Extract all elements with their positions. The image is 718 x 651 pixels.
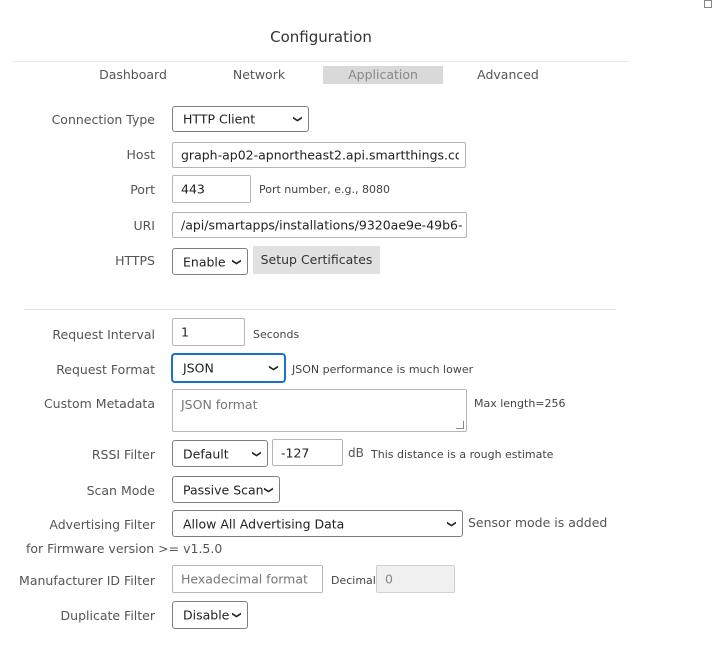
https-select[interactable]: Enable ❯ (172, 248, 248, 275)
advertising-filter-label: Advertising Filter (49, 517, 155, 532)
connection-type-select[interactable]: HTTP Client ❯ (172, 106, 309, 132)
chevron-down-icon: ❯ (251, 449, 262, 458)
connection-type-label: Connection Type (51, 112, 155, 127)
advertising-filter-value: Allow All Advertising Data (183, 516, 345, 531)
request-format-label: Request Format (56, 362, 155, 377)
setup-certificates-button[interactable]: Setup Certificates (253, 246, 380, 274)
port-input[interactable]: 443 (172, 175, 251, 203)
chevron-down-icon: ❯ (231, 611, 242, 619)
request-interval-unit: Seconds (253, 328, 300, 341)
https-value: Enable (183, 254, 226, 269)
port-hint: Port number, e.g., 8080 (259, 183, 390, 196)
chevron-down-icon: ❯ (263, 485, 274, 494)
rssi-filter-label: RSSI Filter (91, 447, 155, 462)
duplicate-filter-label: Duplicate Filter (60, 608, 155, 623)
decimal-label: Decimal (331, 574, 376, 587)
request-interval-value: 1 (181, 324, 189, 340)
tab-network[interactable]: Network (218, 66, 300, 84)
custom-metadata-textarea[interactable]: JSON format (172, 389, 467, 432)
connection-type-value: HTTP Client (183, 111, 256, 127)
tab-dashboard[interactable]: Dashboard (92, 66, 174, 84)
scan-mode-label: Scan Mode (86, 483, 155, 498)
uri-input[interactable]: /api/smartapps/installations/9320ae9e-49… (172, 212, 467, 238)
uri-label: URI (133, 218, 155, 233)
rssi-unit: dB (348, 446, 364, 460)
scan-mode-value: Passive Scan (183, 482, 264, 497)
custom-metadata-hint: Max length=256 (474, 397, 566, 410)
request-format-value: JSON (183, 360, 214, 376)
chevron-down-icon: ❯ (292, 115, 303, 123)
host-value: graph-ap02-apnortheast2.api.smartthings.… (181, 147, 459, 163)
duplicate-filter-value: Disable (183, 607, 230, 623)
request-format-hint: JSON performance is much lower (292, 363, 474, 376)
host-input[interactable]: graph-ap02-apnortheast2.api.smartthings.… (172, 142, 466, 168)
port-value: 443 (181, 181, 205, 197)
tab-application[interactable]: Application (323, 66, 443, 84)
rssi-number-value: -127 (281, 445, 310, 460)
request-format-select[interactable]: JSON ❯ (172, 354, 285, 382)
custom-metadata-label: Custom Metadata (43, 396, 155, 411)
advertising-filter-hint-continued: for Firmware version >= v1.5.0 (26, 541, 223, 556)
advertising-filter-select[interactable]: Allow All Advertising Data ❯ (172, 510, 463, 537)
chevron-down-icon: ❯ (268, 364, 279, 372)
section-divider (24, 309, 616, 310)
chevron-down-icon: ❯ (231, 257, 242, 266)
rssi-filter-select[interactable]: Default ❯ (172, 440, 268, 467)
chevron-down-icon: ❯ (446, 519, 457, 528)
scan-mode-select[interactable]: Passive Scan ❯ (172, 476, 280, 503)
decimal-input: 0 (376, 565, 455, 593)
rssi-number-input[interactable]: -127 (272, 439, 343, 466)
window-corner-marker (704, 0, 712, 8)
rssi-filter-value: Default (183, 446, 229, 461)
duplicate-filter-select[interactable]: Disable ❯ (172, 601, 248, 629)
advertising-filter-hint: Sensor mode is added (468, 515, 608, 530)
decimal-value: 0 (385, 571, 393, 587)
tab-divider (12, 61, 629, 62)
manufacturer-id-input[interactable]: Hexadecimal format (172, 565, 323, 593)
request-interval-label: Request Interval (52, 327, 155, 342)
manufacturer-id-placeholder: Hexadecimal format (181, 571, 308, 587)
page-title: Configuration (270, 28, 372, 46)
rssi-hint: This distance is a rough estimate (371, 448, 554, 461)
uri-value: /api/smartapps/installations/9320ae9e-49… (181, 217, 462, 233)
tab-advanced[interactable]: Advanced (467, 66, 549, 84)
https-label: HTTPS (115, 253, 155, 268)
manufacturer-id-filter-label: Manufacturer ID Filter (19, 573, 155, 588)
port-label: Port (130, 182, 155, 197)
host-label: Host (126, 147, 155, 162)
request-interval-input[interactable]: 1 (172, 318, 245, 346)
resize-handle-icon[interactable] (456, 421, 464, 429)
custom-metadata-placeholder: JSON format (181, 397, 258, 412)
